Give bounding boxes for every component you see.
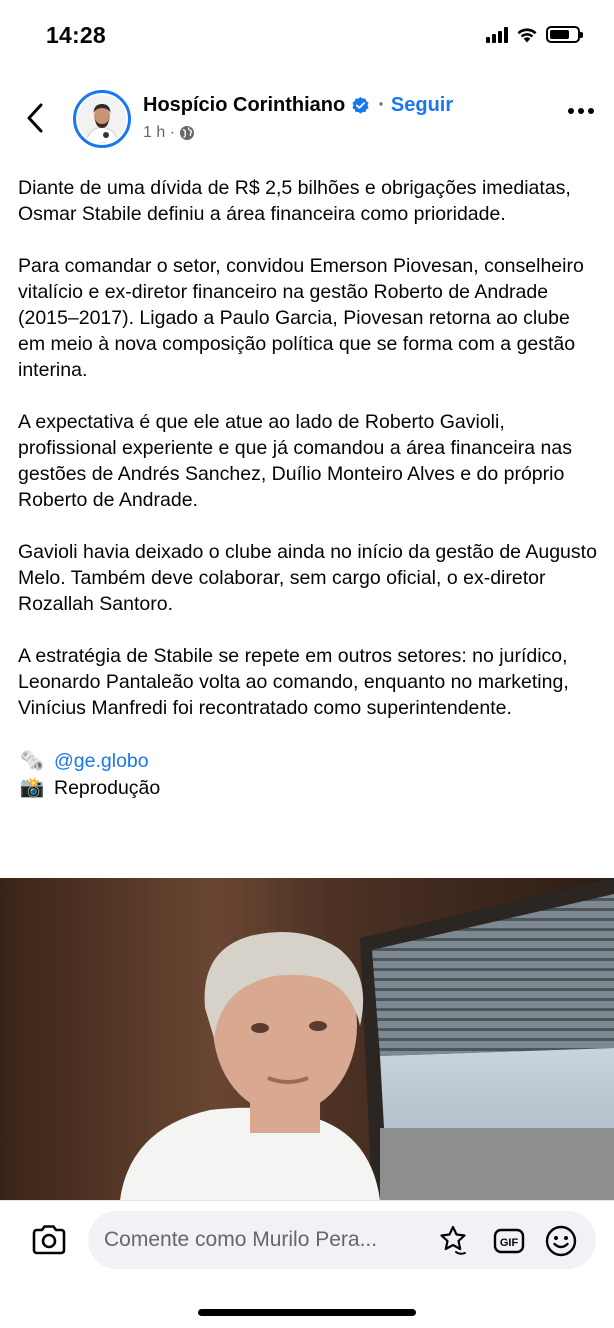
status-bar: 14:28	[0, 0, 614, 72]
home-indicator[interactable]	[198, 1309, 416, 1316]
page-name[interactable]: Hospício Corinthiano	[143, 94, 345, 117]
status-icons	[486, 26, 583, 43]
source-handle-link[interactable]: @ge.globo	[54, 748, 149, 774]
separator-dot: ·	[378, 94, 385, 116]
post-text: Diante de uma dívida de R$ 2,5 bilhões e…	[18, 175, 598, 801]
follow-button[interactable]: Seguir	[391, 94, 453, 117]
verified-badge-icon	[352, 96, 369, 114]
post-timestamp[interactable]: 1 h ·	[143, 124, 175, 142]
status-time: 14:28	[46, 22, 106, 48]
comment-bar: Comente como Murilo Pera... GIF	[0, 1200, 614, 1328]
post-paragraph: Gavioli havia deixado o clube ainda no i…	[18, 541, 597, 615]
wifi-icon	[517, 28, 537, 43]
camera-flash-icon: 📸	[19, 776, 45, 799]
photo-credit: 📸 Reprodução	[18, 774, 598, 801]
comment-placeholder: Comente como Murilo Pera...	[104, 1228, 378, 1251]
more-horizontal-icon[interactable]	[568, 108, 594, 114]
comment-input[interactable]: Comente como Murilo Pera... GIF	[88, 1211, 596, 1269]
post-photo[interactable]	[0, 878, 614, 1200]
source-credit: 🗞️ @ge.globo	[18, 747, 598, 774]
post-paragraph: A estratégia de Stabile se repete em out…	[18, 645, 569, 719]
avatar[interactable]	[73, 90, 131, 148]
battery-icon	[546, 26, 583, 43]
post-paragraph: Para comandar o setor, convidou Emerson …	[18, 255, 584, 381]
post-paragraph: Diante de uma dívida de R$ 2,5 bilhões e…	[18, 177, 571, 225]
page-name-row: Hospício Corinthiano · Seguir	[143, 94, 453, 117]
camera-icon[interactable]	[30, 1223, 68, 1257]
smiley-icon[interactable]	[544, 1224, 578, 1258]
photo-credit-text: Reprodução	[54, 776, 161, 799]
post-meta: 1 h ·	[143, 124, 195, 142]
post-paragraph: A expectativa é que ele atue ao lado de …	[18, 411, 572, 511]
newspaper-icon: 🗞️	[19, 749, 45, 772]
sticker-icon[interactable]	[436, 1224, 470, 1258]
profile-photo	[78, 95, 126, 143]
globe-icon	[180, 126, 195, 140]
signal-icon	[486, 26, 508, 43]
post-header: Hospício Corinthiano · Seguir 1 h ·	[0, 84, 614, 154]
chevron-left-icon[interactable]	[20, 100, 52, 136]
gif-label: GIF	[500, 1237, 519, 1249]
gif-icon[interactable]: GIF	[492, 1224, 526, 1258]
